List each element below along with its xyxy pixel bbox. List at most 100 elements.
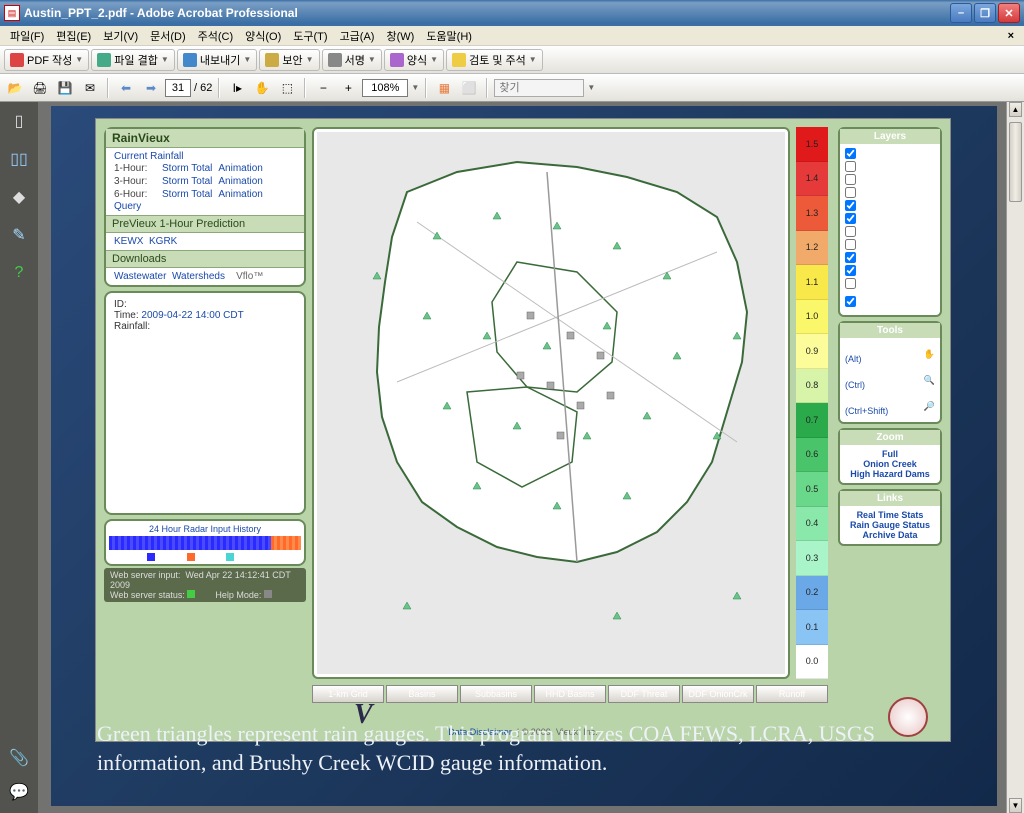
maximize-button[interactable]: ❐ [974,3,996,23]
rain-gauge-status-link[interactable]: Rain Gauge Status [844,520,936,530]
bookmarks-panel-icon[interactable]: ▯▯ [8,148,30,170]
kgrk-link[interactable]: KGRK [149,236,177,247]
layer-checkbox[interactable] [845,187,856,198]
menu-tools[interactable]: 도구(T) [287,26,333,46]
layer-checkbox-row[interactable]: Drainage [845,238,935,251]
layer-checkbox[interactable] [845,252,856,263]
3hour-anim-link[interactable]: Animation [218,176,262,187]
email-icon[interactable]: ✉ [79,77,101,99]
layers-panel-icon[interactable]: ◆ [8,186,30,208]
attachments-panel-icon[interactable]: 📎 [8,747,30,769]
6hour-anim-link[interactable]: Animation [218,189,262,200]
layer-checkbox-row[interactable]: Gauges [845,147,935,160]
zoom-dropdown-icon[interactable]: ▼ [411,83,419,92]
zoom-full-link[interactable]: Full [844,449,936,459]
layer-checkbox[interactable] [845,278,856,289]
close-button[interactable]: ✕ [998,3,1020,23]
document-viewer[interactable]: ▲ ▼ RainVieux Current Rainfall 1-Hour:St… [38,102,1024,813]
layer-checkbox-row[interactable]: I-35 [845,199,935,212]
combine-files-button[interactable]: 파일 결합▼ [91,49,175,71]
layer-checkbox[interactable] [845,200,856,211]
zoom-onion-link[interactable]: Onion Creek [844,459,936,469]
1hour-anim-link[interactable]: Animation [218,163,262,174]
print-icon[interactable]: 🖨 [29,77,51,99]
map-mode-button[interactable]: Basins [386,685,458,703]
map-canvas[interactable] [317,132,785,674]
layer-checkbox-row[interactable]: Basin Outlines [845,264,935,277]
1hour-storm-link[interactable]: Storm Total [162,163,212,174]
page-number-input[interactable] [165,79,191,97]
archive-data-link[interactable]: Archive Data [844,530,936,540]
layer-checkbox-row[interactable]: WW North [845,160,935,173]
menu-close-x[interactable]: × [1002,30,1020,42]
pdf-create-button[interactable]: PDF 작성▼ [4,49,89,71]
menu-file[interactable]: 파일(F) [4,26,50,46]
pages-panel-icon[interactable]: ▯ [8,110,30,132]
map-mode-button[interactable]: DDF Threat [608,685,680,703]
wastewater-link[interactable]: Wastewater [114,271,166,282]
save-icon[interactable]: 💾 [54,77,76,99]
signatures-panel-icon[interactable]: ✎ [8,224,30,246]
scroll-up-icon[interactable]: ▲ [1009,102,1022,117]
current-rainfall-link[interactable]: Current Rainfall [114,151,296,162]
zoom-level-input[interactable] [362,79,408,97]
menu-advanced[interactable]: 고급(A) [334,26,381,46]
comments-panel-icon[interactable]: 💬 [8,781,30,803]
fit-width-icon[interactable]: ⬜ [458,77,480,99]
layer-checkbox[interactable] [845,239,856,250]
prev-page-icon[interactable]: ⬅ [115,77,137,99]
fit-page-icon[interactable]: ▦ [433,77,455,99]
layer-checkbox[interactable] [845,161,856,172]
forms-button[interactable]: 양식▼ [384,49,444,71]
layer-checkbox-row[interactable]: City Streets [845,225,935,238]
zoom-in-icon[interactable]: + [337,77,359,99]
layer-checkbox-row[interactable]: Major Roads [845,212,935,225]
next-page-icon[interactable]: ➡ [140,77,162,99]
review-button[interactable]: 검토 및 주석▼ [446,49,543,71]
select-tool-icon[interactable]: I▸ [226,77,248,99]
map-mode-button[interactable]: DDF OnionCrk [682,685,754,703]
menu-help[interactable]: 도움말(H) [420,26,478,46]
layer-checkbox[interactable] [845,174,856,185]
map-mode-button[interactable]: Runoff [756,685,828,703]
menu-edit[interactable]: 편집(E) [50,26,97,46]
help-icon[interactable]: ? [8,262,30,284]
layer-checkbox-row[interactable]: High Hazard Dams [845,290,935,312]
layer-checkbox[interactable] [845,148,856,159]
zoom-out-icon[interactable]: − [312,77,334,99]
layer-checkbox[interactable] [845,213,856,224]
menu-document[interactable]: 문서(D) [144,26,192,46]
export-button[interactable]: 내보내기▼ [177,49,257,71]
hand-tool-icon[interactable]: ✋ [251,77,273,99]
zoom-out-tool-icon[interactable]: 🔎 [924,401,935,412]
scrollbar-thumb[interactable] [1009,122,1022,202]
open-icon[interactable]: 📂 [4,77,26,99]
map-mode-button[interactable]: HHD Basins [534,685,606,703]
find-input[interactable] [494,79,584,97]
6hour-storm-link[interactable]: Storm Total [162,189,212,200]
layer-checkbox-row[interactable]: WW Central [845,173,935,186]
layer-checkbox-row[interactable]: WW South [845,186,935,199]
watersheds-link[interactable]: Watersheds [172,271,225,282]
find-dropdown-icon[interactable]: ▼ [587,83,595,92]
realtime-stats-link[interactable]: Real Time Stats [844,510,936,520]
minimize-button[interactable]: – [950,3,972,23]
sign-button[interactable]: 서명▼ [322,49,382,71]
layer-checkbox[interactable] [845,265,856,276]
layer-checkbox[interactable] [845,296,856,307]
layer-checkbox-row[interactable]: Counties [845,251,935,264]
kewx-link[interactable]: KEWX [114,236,143,247]
menu-window[interactable]: 창(W) [380,26,420,46]
map-mode-button[interactable]: Subbasins [460,685,532,703]
menu-comments[interactable]: 주석(C) [192,26,240,46]
layer-checkbox[interactable] [845,226,856,237]
secure-button[interactable]: 보안▼ [259,49,319,71]
menu-view[interactable]: 보기(V) [97,26,144,46]
scroll-down-icon[interactable]: ▼ [1009,798,1022,813]
pan-tool-icon[interactable]: ✋ [924,349,935,360]
marquee-zoom-icon[interactable]: ⬚ [276,77,298,99]
zoom-hhd-link[interactable]: High Hazard Dams [844,469,936,479]
menu-forms[interactable]: 양식(O) [239,26,287,46]
query-link[interactable]: Query [114,201,296,212]
layer-checkbox-row[interactable]: Subbasin Outlines [845,277,935,290]
